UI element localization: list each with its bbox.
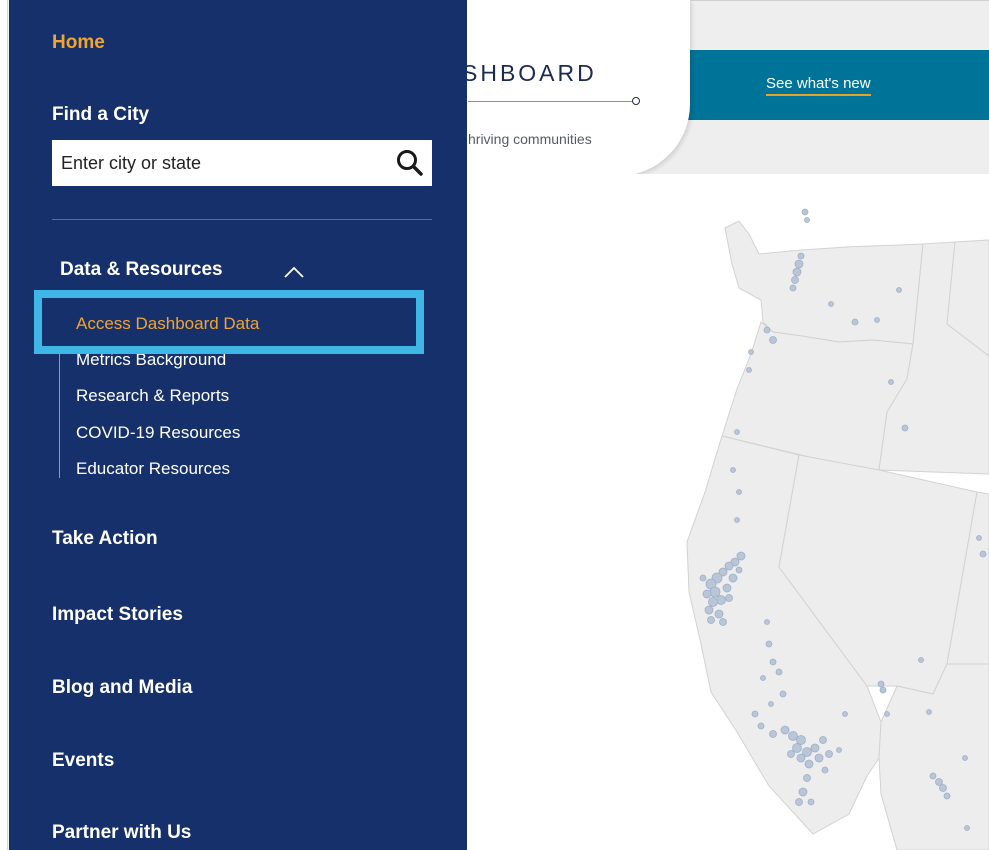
city-search-input[interactable] [52,140,382,186]
logo-wordmark: SHBOARD [462,60,597,86]
search-icon[interactable] [394,147,426,179]
find-city-label: Find a City [52,104,150,125]
nav-take-action[interactable]: Take Action [52,528,158,550]
us-west-map-svg [686,208,989,850]
state-washington [724,220,924,345]
nav-partner-with-us[interactable]: Partner with Us [52,822,191,844]
submenu-educator-resources[interactable]: Educator Resources [76,459,230,479]
state-arizona [878,663,989,850]
nav-events[interactable]: Events [52,750,114,772]
city-map[interactable] [467,174,989,850]
submenu-covid-resources[interactable]: COVID-19 Resources [76,423,240,443]
nav-blog-media[interactable]: Blog and Media [52,677,192,699]
nav-home[interactable]: Home [52,32,105,54]
left-edge-strip [0,0,8,850]
chevron-up-icon[interactable] [282,264,306,280]
state-shapes [686,220,989,850]
logo-tagline: hriving communities [468,131,592,147]
city-search-box [52,140,432,186]
logo-dot-icon [632,97,640,105]
highlight-box [34,290,424,354]
see-whats-new-link[interactable]: See what's new [766,75,871,96]
sidebar-divider [52,219,432,220]
nav-data-resources[interactable]: Data & Resources [60,259,223,281]
nav-impact-stories[interactable]: Impact Stories [52,604,183,626]
submenu-research-reports[interactable]: Research & Reports [76,386,229,406]
logo-underline [468,101,634,102]
